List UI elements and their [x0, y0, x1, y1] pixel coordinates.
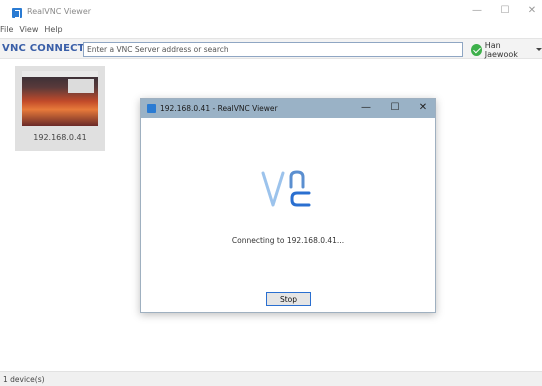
- thumbnail-taskbar: [22, 71, 98, 77]
- maximize-button[interactable]: ☐: [498, 6, 512, 16]
- user-menu[interactable]: Han Jaewook: [471, 40, 542, 59]
- menu-help[interactable]: Help: [44, 23, 68, 36]
- chevron-down-icon: [536, 48, 542, 51]
- status-bar: 1 device(s): [0, 371, 542, 386]
- device-label: 192.168.0.41: [33, 133, 87, 142]
- window-title: RealVNC Viewer: [27, 7, 92, 16]
- dialog-close-button[interactable]: ✕: [416, 102, 430, 114]
- thumbnail-window: [68, 79, 94, 93]
- connect-toolbar: VNC CONNECT Han Jaewook: [0, 38, 542, 59]
- vnc-logo-icon: [261, 170, 311, 207]
- connection-status: Connecting to 192.168.0.41...: [231, 236, 345, 245]
- device-thumbnail: [22, 71, 98, 126]
- dialog-minimize-button[interactable]: —: [359, 102, 373, 114]
- signed-in-check-icon: [471, 43, 482, 56]
- menu-bar: File View Help: [0, 23, 69, 36]
- menu-view[interactable]: View: [19, 23, 44, 36]
- device-tile[interactable]: 192.168.0.41: [15, 66, 105, 151]
- device-count: 1 device(s): [3, 375, 45, 384]
- user-name: Han Jaewook: [484, 40, 518, 59]
- menu-file[interactable]: File: [0, 23, 19, 36]
- dialog-maximize-button[interactable]: ☐: [388, 102, 402, 114]
- title-bar: RealVNC Viewer — ☐ ✕: [0, 0, 542, 22]
- close-button[interactable]: ✕: [525, 6, 539, 16]
- realvnc-logo-icon: [12, 8, 22, 18]
- realvnc-logo-icon: [147, 104, 156, 113]
- dialog-title-bar: 192.168.0.41 - RealVNC Viewer — ☐ ✕: [141, 99, 435, 118]
- vnc-connect-brand: VNC CONNECT: [2, 43, 85, 54]
- stop-button[interactable]: Stop: [266, 292, 311, 306]
- connection-dialog: 192.168.0.41 - RealVNC Viewer — ☐ ✕ Conn…: [140, 98, 436, 313]
- minimize-button[interactable]: —: [470, 6, 484, 16]
- dialog-title: 192.168.0.41 - RealVNC Viewer: [160, 104, 278, 113]
- search-input[interactable]: [83, 42, 463, 57]
